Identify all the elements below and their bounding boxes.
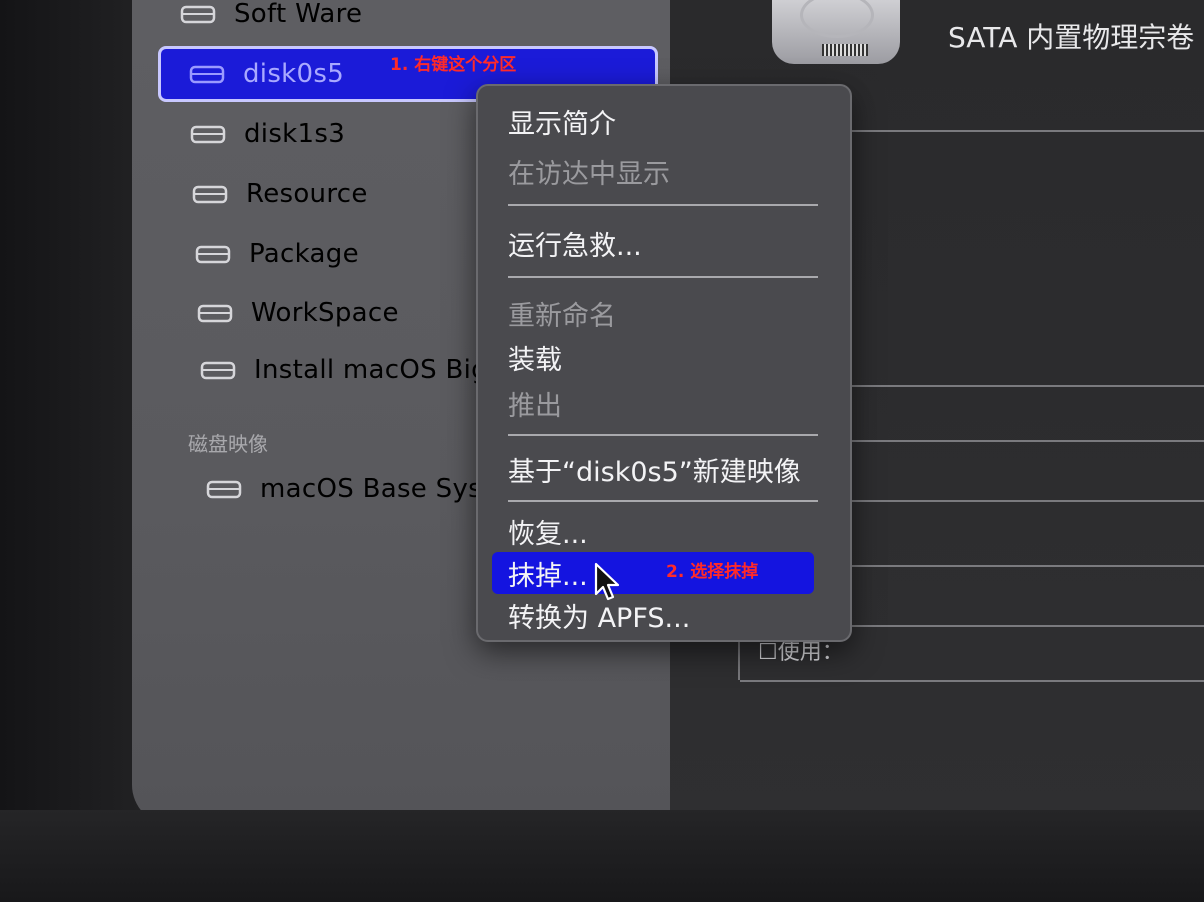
menu-item-rename[interactable]: 重新命名 bbox=[508, 294, 616, 333]
sidebar-item-soft-ware[interactable]: Soft Ware bbox=[180, 0, 362, 42]
sidebar-section-disk-images: 磁盘映像 bbox=[188, 432, 268, 456]
menu-item-restore[interactable]: 恢复... bbox=[508, 512, 588, 551]
screen-bezel-left bbox=[0, 0, 150, 902]
drive-icon bbox=[206, 480, 242, 499]
mouse-pointer-icon bbox=[594, 562, 620, 601]
sidebar-item-label: WorkSpace bbox=[251, 298, 399, 328]
sidebar-item-label: Install macOS Big bbox=[254, 355, 488, 385]
divider bbox=[820, 565, 1204, 567]
menu-separator bbox=[508, 434, 818, 436]
menu-item-eject[interactable]: 推出 bbox=[508, 384, 562, 423]
drive-icon bbox=[197, 304, 233, 323]
menu-separator bbox=[508, 276, 818, 278]
sidebar-item-disk1s3[interactable]: disk1s3 bbox=[190, 106, 345, 162]
drive-icon bbox=[180, 5, 216, 24]
screen-bezel-bottom bbox=[0, 810, 1204, 902]
divider bbox=[820, 500, 1204, 502]
drive-icon bbox=[192, 185, 228, 204]
context-menu: 显示简介 在访达中显示 运行急救... 重新命名 装载 推出 基于“disk0s… bbox=[476, 84, 852, 642]
menu-item-erase-highlight[interactable]: 抹掉... bbox=[492, 552, 814, 594]
sidebar-item-label: disk1s3 bbox=[244, 119, 346, 149]
menu-item-show-in-finder[interactable]: 在访达中显示 bbox=[508, 152, 670, 191]
sidebar-item-install-macos[interactable]: Install macOS Big bbox=[200, 342, 488, 398]
sidebar-item-label: Package bbox=[249, 239, 359, 269]
divider bbox=[820, 440, 1204, 442]
drive-icon bbox=[190, 125, 226, 144]
sidebar-item-workspace[interactable]: WorkSpace bbox=[197, 285, 399, 341]
sidebar-item-label: macOS Base Syst bbox=[260, 474, 493, 504]
menu-item-mount[interactable]: 装载 bbox=[508, 338, 562, 377]
disk-subtitle: SATA 内置物理宗卷 bbox=[948, 21, 1195, 54]
sidebar-item-label: disk0s5 bbox=[243, 59, 345, 89]
sidebar-item-package[interactable]: Package bbox=[195, 226, 359, 282]
sidebar-item-macos-base-system[interactable]: macOS Base Syst bbox=[206, 461, 493, 517]
sidebar-item-label: Soft Ware bbox=[234, 0, 363, 29]
menu-separator bbox=[508, 500, 818, 502]
menu-item-erase[interactable]: 抹掉... bbox=[508, 554, 588, 593]
divider bbox=[850, 130, 1204, 132]
menu-item-get-info[interactable]: 显示简介 bbox=[508, 102, 616, 141]
menu-separator bbox=[508, 204, 818, 206]
internal-disk-icon bbox=[772, 0, 900, 64]
drive-icon bbox=[200, 361, 236, 380]
divider bbox=[740, 680, 1204, 682]
drive-icon bbox=[189, 65, 225, 84]
menu-item-new-image[interactable]: 基于“disk0s5”新建映像 bbox=[508, 450, 801, 489]
sidebar-item-label: Resource bbox=[246, 179, 368, 209]
divider bbox=[820, 385, 1204, 387]
annotation-step-2: 2. 选择抹掉 bbox=[666, 562, 759, 582]
sidebar-item-resource[interactable]: Resource bbox=[192, 166, 368, 222]
menu-item-first-aid[interactable]: 运行急救... bbox=[508, 224, 642, 263]
annotation-step-1: 1. 右键这个分区 bbox=[390, 55, 517, 75]
drive-icon bbox=[195, 245, 231, 264]
